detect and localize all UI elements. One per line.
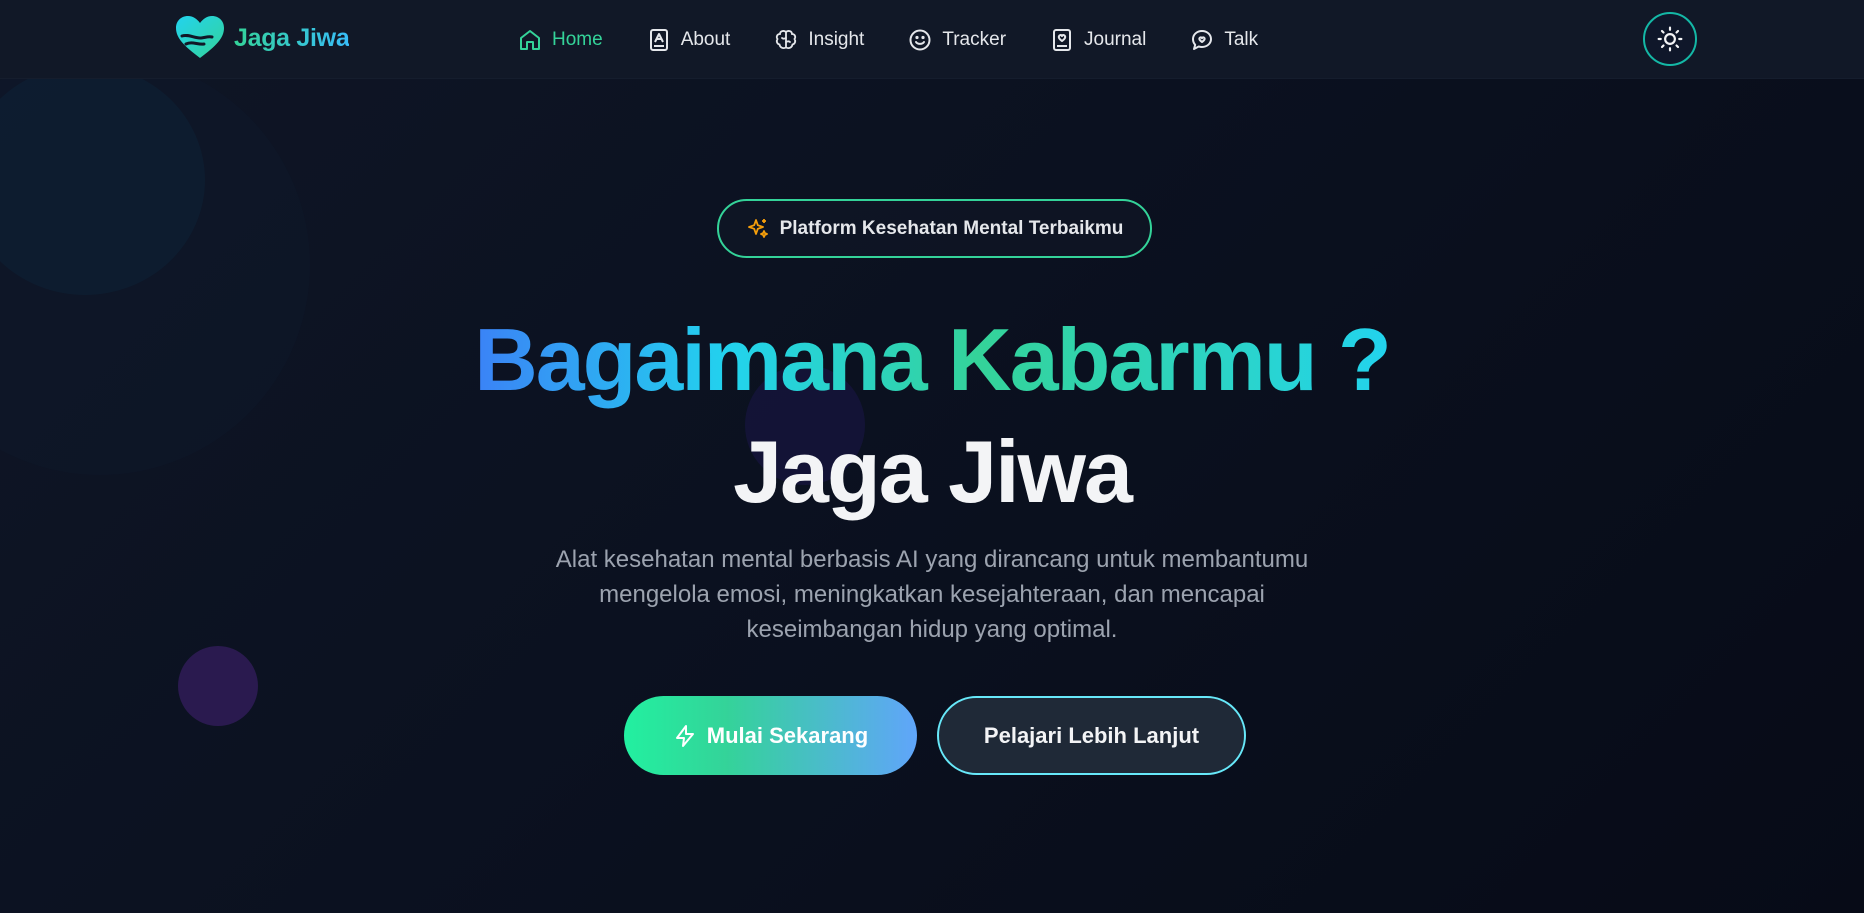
brand-logo-link[interactable]: Jaga Jiwa — [174, 14, 350, 62]
journal-icon — [1053, 29, 1072, 51]
lightning-icon — [675, 724, 694, 747]
get-started-label: Mulai Sekarang — [706, 722, 869, 748]
headline-line-1: Bagaimana Kabarmu ? — [474, 310, 1392, 409]
get-started-button[interactable]: Mulai Sekarang — [624, 696, 917, 775]
hero-badge: Platform Kesehatan Mental Terbaikmu — [717, 199, 1152, 258]
nav-item-about[interactable]: About — [647, 24, 731, 56]
learn-more-button[interactable]: Pelajari Lebih Lanjut — [937, 696, 1246, 775]
nav-item-label: Talk — [1224, 29, 1259, 50]
main-menu: Home About Insight Tracker Journal Talk — [518, 24, 1302, 56]
nav-item-label: Journal — [1084, 29, 1147, 50]
page: Jaga Jiwa Home About Insight Tracker Jou… — [0, 0, 1864, 913]
decorative-circle — [178, 646, 258, 726]
nav-item-insight[interactable]: Insight — [774, 24, 864, 56]
navbar: Jaga Jiwa Home About Insight Tracker Jou… — [0, 0, 1864, 79]
brand-name: Jaga Jiwa — [234, 23, 350, 52]
book-icon — [649, 29, 668, 51]
brain-icon — [776, 30, 797, 49]
sparkles-icon — [747, 218, 768, 238]
nav-item-label: Tracker — [942, 29, 1007, 50]
heart-hands-icon — [176, 16, 224, 58]
hero-headline-brand: Jaga Jiwa — [733, 422, 1133, 521]
smile-icon — [909, 29, 931, 51]
nav-item-tracker[interactable]: Tracker — [908, 24, 1006, 56]
sun-icon — [1657, 26, 1683, 52]
nav-item-home[interactable]: Home — [518, 24, 603, 56]
home-icon — [520, 30, 540, 50]
nav-item-label: Insight — [808, 29, 865, 50]
hero-headline: Bagaimana Kabarmu ? — [0, 310, 1864, 410]
badge-text: Platform Kesehatan Mental Terbaikmu — [779, 217, 1124, 239]
chat-heart-icon — [1192, 30, 1213, 50]
nav-item-label: About — [680, 29, 731, 50]
nav-item-talk[interactable]: Talk — [1190, 24, 1258, 56]
nav-item-journal[interactable]: Journal — [1050, 24, 1146, 56]
nav-item-label: Home — [552, 29, 603, 50]
hero-subtitle: Alat kesehatan mental berbasis AI yang d… — [555, 546, 1309, 643]
theme-toggle-button[interactable] — [1643, 12, 1697, 66]
